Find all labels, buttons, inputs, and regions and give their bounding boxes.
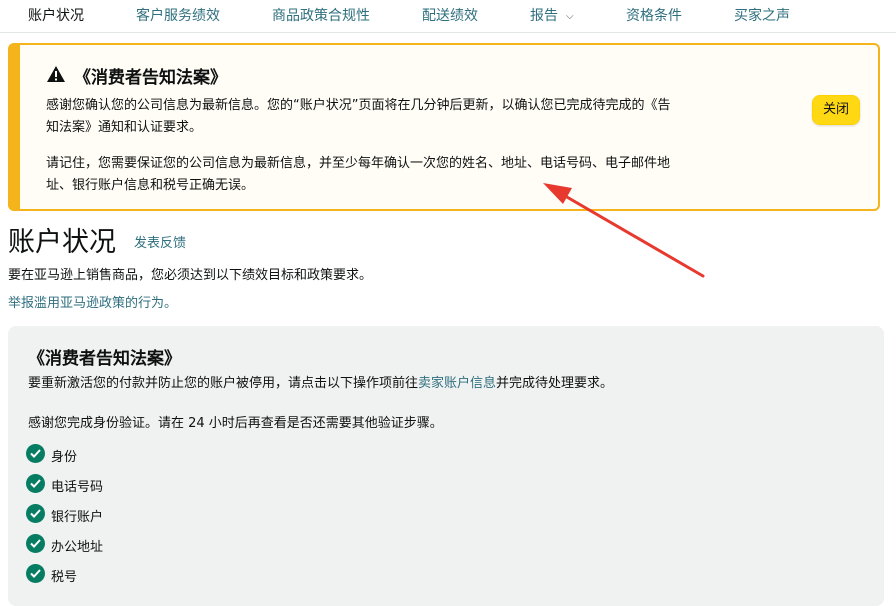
tab-reports[interactable]: 报告 ⌵ [530, 0, 574, 32]
tab-voice-of-buyer[interactable]: 买家之声 [734, 0, 790, 32]
warning-icon [46, 65, 66, 83]
panel-title: 《消费者告知法案》 [28, 349, 181, 369]
verification-thanks-text: 感谢您完成身份验证。请在 24 小时后再查看是否还需要其他验证步骤。 [28, 416, 443, 431]
alert-paragraph-line: 请记住，您需要保证您的公司信息为最新信息，并至少每年确认一次您的姓名、地址、电话… [46, 156, 671, 171]
chevron-down-icon: ⌵ [566, 11, 574, 22]
close-button[interactable]: 关闭 [812, 95, 860, 125]
tab-product-policy-compliance[interactable]: 商品政策合规性 [272, 0, 370, 32]
check-item-label: 银行账户 [51, 510, 104, 525]
inform-act-alert: 《消费者告知法案》 感谢您确认您的公司信息为最新信息。您的“账户状况”页面将在几… [8, 43, 880, 211]
intro-text: 要在亚马逊上销售商品，您必须达到以下绩效目标和政策要求。 [8, 268, 373, 283]
check-circle-icon [26, 474, 45, 493]
tab-customer-service-performance[interactable]: 客户服务绩效 [136, 0, 220, 32]
check-item-label: 税号 [51, 570, 78, 585]
seller-account-info-link[interactable]: 卖家账户信息 [418, 376, 496, 391]
alert-paragraph-line: 知法案》通知和认证要求。 [46, 120, 203, 135]
report-abuse-link[interactable]: 举报滥用亚马逊政策的行为。 [8, 292, 177, 311]
check-item-label: 电话号码 [51, 480, 104, 495]
alert-paragraph-line: 址、银行账户信息和税号正确无误。 [46, 178, 255, 193]
alert-title: 《消费者告知法案》 [74, 68, 227, 88]
check-circle-icon [26, 564, 45, 583]
inform-act-panel: 《消费者告知法案》 要重新激活您的付款并防止您的账户被停用，请点击以下操作项前往… [8, 326, 884, 606]
feedback-link[interactable]: 发表反馈 [134, 232, 186, 251]
alert-paragraph-reminder: 请记住，您需要保证您的公司信息为最新信息，并至少每年确认一次您的姓名、地址、电话… [46, 153, 736, 197]
check-item-label: 身份 [51, 450, 78, 465]
tab-account-health[interactable]: 账户状况 [28, 0, 84, 32]
check-circle-icon [26, 504, 45, 523]
panel-description-text: 要重新激活您的付款并防止您的账户被停用，请点击以下操作项前往 [28, 376, 419, 391]
panel-description-text: 并完成待处理要求。 [496, 376, 614, 391]
check-circle-icon [26, 534, 45, 553]
check-circle-icon [26, 444, 45, 463]
alert-paragraph-confirmation: 感谢您确认您的公司信息为最新信息。您的“账户状况”页面将在几分钟后更新，以确认您… [46, 95, 736, 139]
page-title: 账户状况 [8, 227, 116, 258]
top-nav: 账户状况 客户服务绩效 商品政策合规性 配送绩效 报告 ⌵ 资格条件 买家之声 [0, 0, 896, 33]
tab-shipping-performance[interactable]: 配送绩效 [422, 0, 478, 32]
alert-paragraph-line: 感谢您确认您的公司信息为最新信息。您的“账户状况”页面将在几分钟后更新，以确认您… [46, 98, 671, 113]
panel-description: 要重新激活您的付款并防止您的账户被停用，请点击以下操作项前往卖家账户信息并完成待… [28, 372, 613, 391]
tab-reports-label: 报告 [530, 8, 558, 24]
check-item-label: 办公地址 [51, 540, 104, 555]
tab-eligibility[interactable]: 资格条件 [626, 0, 682, 32]
